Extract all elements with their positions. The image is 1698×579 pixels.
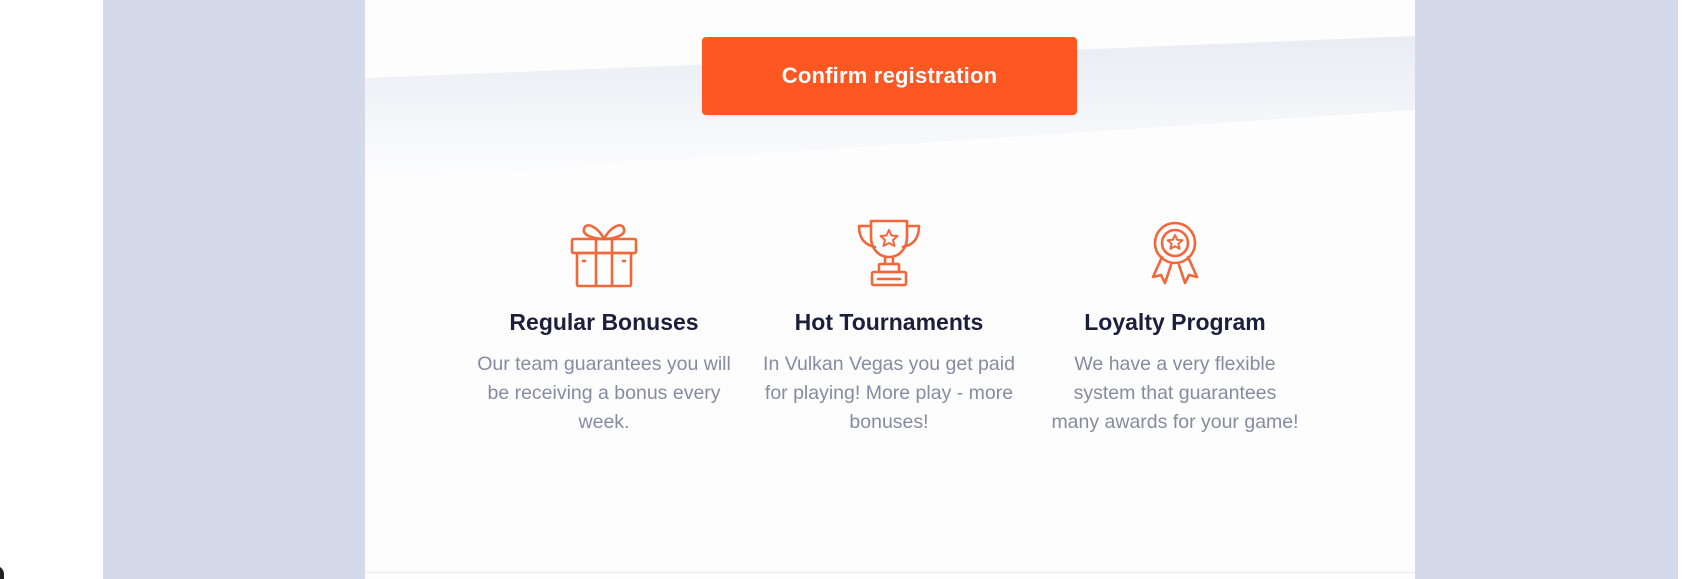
feature-title: Hot Tournaments — [794, 309, 984, 335]
feature-description: In Vulkan Vegas you get paid for playing… — [763, 353, 1015, 433]
gift-icon — [469, 215, 739, 291]
feature-loyalty-program: Loyalty Program We have a very flexible … — [1040, 215, 1310, 437]
award-badge-icon — [1040, 215, 1310, 291]
feature-description: We have a very flexible system that guar… — [1051, 353, 1299, 433]
email-card: Confirm registration Regular Bonuses Our… — [365, 0, 1415, 579]
feature-title: Loyalty Program — [1084, 309, 1266, 335]
window-corner — [0, 566, 4, 579]
feature-hot-tournaments: Hot Tournaments In Vulkan Vegas you get … — [754, 215, 1024, 437]
divider — [365, 572, 1415, 573]
confirm-registration-button[interactable]: Confirm registration — [702, 37, 1077, 115]
feature-regular-bonuses: Regular Bonuses Our team guarantees you … — [469, 215, 739, 437]
viewport: Confirm registration Regular Bonuses Our… — [0, 0, 1698, 579]
feature-description: Our team guarantees you will be receivin… — [477, 353, 731, 433]
trophy-icon — [754, 215, 1024, 291]
feature-title: Regular Bonuses — [509, 309, 699, 335]
